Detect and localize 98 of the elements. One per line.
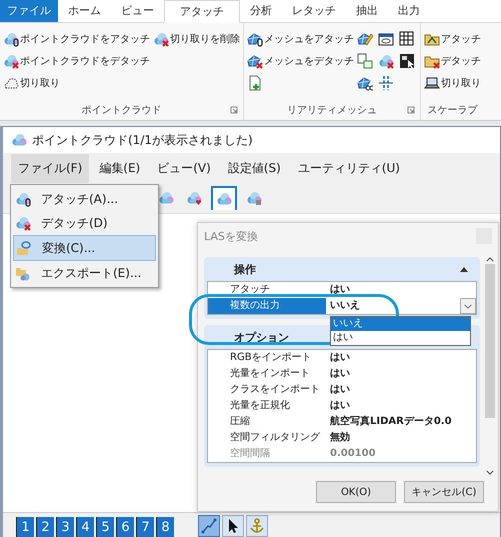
section-title: オプション [234,330,289,344]
ribbon-button[interactable]: ポイントクラウドをデタッチ [3,51,150,70]
property-value[interactable]: いいえ [326,298,360,314]
property-name[interactable]: 圧縮 [208,414,326,430]
line-tool-icon [201,518,217,534]
ribbon-tab[interactable]: ホーム [58,0,111,22]
window-icon [378,30,394,46]
cloud-icon [216,191,232,207]
menu-entry[interactable]: 変換(C)... [13,235,156,261]
view-button[interactable]: 7 [136,517,154,537]
file-plus-icon [247,74,263,90]
cloud-clip-icon [3,30,19,46]
grid-icon [399,30,415,46]
cloud-icon [158,190,174,206]
dialog-launcher-icon[interactable] [407,106,415,114]
scrollbar[interactable] [484,257,496,475]
dialog-button[interactable]: OK(O) [316,481,396,503]
view-button[interactable]: 8 [156,517,174,537]
menu-entry[interactable]: エクスポート(E)... [13,261,156,285]
split-icon [378,74,394,90]
property-value[interactable]: はい [326,366,350,382]
property-name[interactable]: 複数の出力 [208,298,326,314]
dialog-title: LASを変換 [204,228,258,244]
ribbon-tab[interactable]: アタッチ [164,0,240,23]
ribbon-button[interactable]: 切り取り [424,73,481,92]
cloud-icon [11,132,27,148]
view-button[interactable]: 4 [76,517,94,537]
scroll-thumb[interactable] [485,264,495,418]
folder-link-icon [16,240,32,256]
scroll-down-icon[interactable] [486,470,494,475]
dropdown-option[interactable]: いいえ [331,317,470,331]
cloud-x-icon [3,52,19,68]
group-title: スケーラブ [428,104,478,117]
pencil-icon [357,30,373,46]
menu-item[interactable]: 編集(E) [92,154,148,182]
ribbon-tab[interactable]: ビュー [111,0,164,22]
scroll-up-icon[interactable] [486,257,494,262]
menu-item[interactable]: 設定値(S) [220,154,288,182]
ribbon-button[interactable]: メッシュをデタッチ [247,51,354,70]
folder-cloud-icon [15,265,31,281]
menu-item[interactable]: ファイル(F) [11,154,90,182]
window-title: ポイントクラウド(1/1が表示されました) [32,132,253,148]
mesh-clip-icon [247,30,263,46]
dropdown-option[interactable]: はい [331,331,470,345]
ribbon-button[interactable]: ポイントクラウドをアタッチ [3,29,150,48]
tool-button[interactable] [222,515,244,537]
copy-icon [357,52,373,68]
cloud-x-icon [153,30,169,46]
menu-item[interactable]: ユーティリティ(U) [290,154,407,182]
ribbon-icon-button[interactable] [378,73,396,92]
property-value[interactable]: はい [326,350,350,366]
ribbon-tab[interactable]: 出力 [388,0,430,22]
ribbon-tab[interactable]: レタッチ [282,0,346,22]
view-button[interactable]: 6 [116,517,134,537]
property-value[interactable]: 航空写真LIDARデータ0.0 [326,414,452,430]
cloud-heart-icon [186,190,202,206]
view-button[interactable]: 2 [36,517,54,537]
group-title: ポイントクラウド [82,104,162,117]
dropdown-button[interactable] [460,298,476,314]
view-button[interactable]: 5 [96,517,114,537]
chevron-down-icon [464,304,472,308]
anchor-icon [249,518,265,534]
property-value[interactable]: 無効 [326,430,350,446]
property-value[interactable]: はい [326,398,350,414]
ribbon-button[interactable]: デタッチ [424,51,481,70]
property-name[interactable]: 光量をインポート [208,366,326,382]
property-name[interactable]: RGBをインポート [208,350,326,366]
ribbon-button[interactable]: アタッチ [424,29,481,48]
caret-icon[interactable] [459,266,469,272]
ribbon-icon-button[interactable] [399,51,417,70]
section-title: 操作 [234,262,256,276]
menu-entry[interactable]: デタッチ(D) [13,211,156,235]
view-button[interactable]: 3 [56,517,74,537]
property-name[interactable]: 空間フィルタリング [208,430,326,446]
cloud-x-icon [15,215,31,231]
cloud-x-icon [378,52,394,68]
ribbon-button[interactable]: 切り取りを削除 [153,29,240,48]
laptop-icon [424,74,440,90]
property-name[interactable]: 光量を正規化 [208,398,326,414]
cloud-clip-icon [15,191,31,207]
ribbon-button[interactable]: メッシュをアタッチ [247,29,354,48]
ribbon-button[interactable]: 切り取り [3,73,150,92]
ribbon-tab[interactable]: 分析 [240,0,282,22]
property-name[interactable]: クラスをインポート [208,382,326,398]
view-button[interactable]: 1 [16,517,34,537]
mesh-x-icon [247,52,263,68]
ribbon-tab[interactable]: 抽出 [346,0,388,22]
panel-icon [399,52,415,68]
ribbon-tab[interactable]: ファイル [0,0,58,22]
toolbar-button[interactable] [211,186,237,210]
property-value[interactable]: はい [326,382,350,398]
property-value[interactable]: はい [326,282,350,298]
group-title: リアリティメッシュ [287,104,377,117]
menu-item[interactable]: ビュー(V) [150,154,218,182]
mesh-scissors-icon [357,74,373,90]
dialog-launcher-icon[interactable] [230,106,238,114]
dialog-button[interactable]: キャンセル(C) [404,481,484,503]
property-name[interactable]: アタッチ [208,282,326,298]
